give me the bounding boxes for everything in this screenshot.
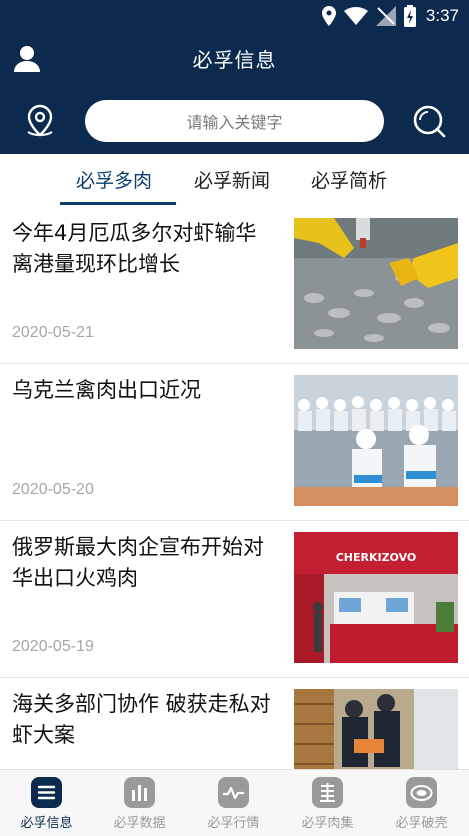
page-title: 必孚信息 xyxy=(192,48,277,72)
nav-info[interactable]: 必孚信息 xyxy=(0,770,93,836)
booth-sign-text: CHERKIZOVO xyxy=(336,551,417,564)
news-title: 海关多部门协作 破获走私对虾大案 xyxy=(12,692,271,747)
list-icon xyxy=(31,777,62,808)
news-date: 2020-05-20 xyxy=(12,481,94,498)
category-tabs: 必孚多肉 必孚新闻 必孚简析 xyxy=(0,154,469,206)
location-status-icon xyxy=(321,6,336,26)
news-thumbnail-exhibition-booth: CHERKIZOVO xyxy=(294,532,458,663)
news-thumbnail-poultry-plant xyxy=(294,375,458,506)
nav-market[interactable]: 必孚行情 xyxy=(187,770,280,836)
nav-label: 必孚数据 xyxy=(113,816,166,831)
app-header: 3:37 必孚信息 请输入关键字 xyxy=(0,0,469,154)
market-icon xyxy=(312,777,343,808)
tab-duorou[interactable]: 必孚多肉 xyxy=(76,166,152,193)
search-row: 请输入关键字 xyxy=(0,96,469,148)
news-thumbnail-shrimp xyxy=(294,218,458,349)
bottom-nav: 必孚信息 必孚数据 必孚行情 必孚肉集 必孚破壳 xyxy=(0,769,469,836)
egg-icon xyxy=(406,777,437,808)
active-tab-indicator xyxy=(60,202,176,205)
battery-icon xyxy=(403,5,416,27)
news-item[interactable]: 今年4月厄瓜多尔对虾输华离港量现环比增长 2020-05-21 xyxy=(0,206,469,364)
news-title: 俄罗斯最大肉企宣布开始对华出口火鸡肉 xyxy=(12,535,264,590)
status-icons: 3:37 xyxy=(321,4,459,28)
nav-breakthrough[interactable]: 必孚破壳 xyxy=(375,770,468,836)
nav-data[interactable]: 必孚数据 xyxy=(93,770,186,836)
news-item[interactable]: 乌克兰禽肉出口近况 2020-05-20 xyxy=(0,363,469,521)
no-signal-icon xyxy=(375,6,396,26)
tab-news[interactable]: 必孚新闻 xyxy=(194,166,270,193)
nav-meat-market[interactable]: 必孚肉集 xyxy=(281,770,374,836)
nav-label: 必孚破壳 xyxy=(395,816,448,831)
wifi-icon xyxy=(343,7,368,25)
location-icon[interactable] xyxy=(22,102,58,138)
news-date: 2020-05-21 xyxy=(12,324,94,341)
news-title: 乌克兰禽肉出口近况 xyxy=(12,378,201,402)
news-date: 2020-05-19 xyxy=(12,638,94,655)
nav-label: 必孚肉集 xyxy=(301,816,354,831)
bar-chart-icon xyxy=(124,777,155,808)
search-input[interactable]: 请输入关键字 xyxy=(85,100,384,142)
trend-icon xyxy=(218,777,249,808)
news-title: 今年4月厄瓜多尔对虾输华离港量现环比增长 xyxy=(12,221,257,276)
nav-label: 必孚信息 xyxy=(20,816,73,831)
news-item[interactable]: 俄罗斯最大肉企宣布开始对华出口火鸡肉 2020-05-19 CHERKIZOVO xyxy=(0,520,469,678)
nav-label: 必孚行情 xyxy=(207,816,260,831)
status-bar: 3:37 xyxy=(0,0,469,32)
status-time: 3:37 xyxy=(425,6,459,25)
search-icon[interactable] xyxy=(410,102,448,140)
tab-analysis[interactable]: 必孚简析 xyxy=(311,166,387,193)
title-row: 必孚信息 xyxy=(0,36,469,84)
